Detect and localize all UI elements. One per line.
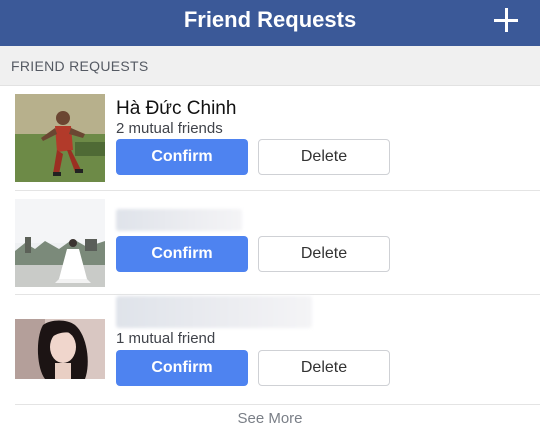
mutual-friends[interactable]: 1 mutual friend [116, 330, 215, 347]
friend-request-row: Confirm Delete [0, 191, 540, 295]
section-header: FRIEND REQUESTS [0, 46, 540, 86]
confirm-button[interactable]: Confirm [116, 236, 248, 272]
confirm-button[interactable]: Confirm [116, 350, 248, 386]
requester-name[interactable]: Hà Đức Chinh [116, 98, 236, 120]
friend-request-row: 1 mutual friend Confirm Delete [0, 295, 540, 405]
row-divider [15, 404, 540, 405]
delete-button[interactable]: Delete [258, 236, 390, 272]
confirm-button[interactable]: Confirm [116, 139, 248, 175]
requester-name-blurred[interactable] [116, 209, 242, 231]
section-header-label: FRIEND REQUESTS [11, 58, 149, 74]
avatar[interactable] [15, 319, 105, 379]
friend-request-row: Hà Đức Chinh 2 mutual friends Confirm De… [0, 87, 540, 191]
delete-button[interactable]: Delete [258, 350, 390, 386]
avatar[interactable] [15, 94, 105, 182]
delete-button[interactable]: Delete [258, 139, 390, 175]
navbar: Friend Requests [0, 0, 540, 46]
avatar[interactable] [15, 199, 105, 287]
page-title: Friend Requests [183, 7, 357, 32]
requester-name-blurred[interactable] [116, 296, 312, 328]
mutual-friends[interactable]: 2 mutual friends [116, 120, 223, 137]
plus-icon[interactable] [494, 8, 518, 32]
see-more-link[interactable]: See More [0, 410, 540, 427]
